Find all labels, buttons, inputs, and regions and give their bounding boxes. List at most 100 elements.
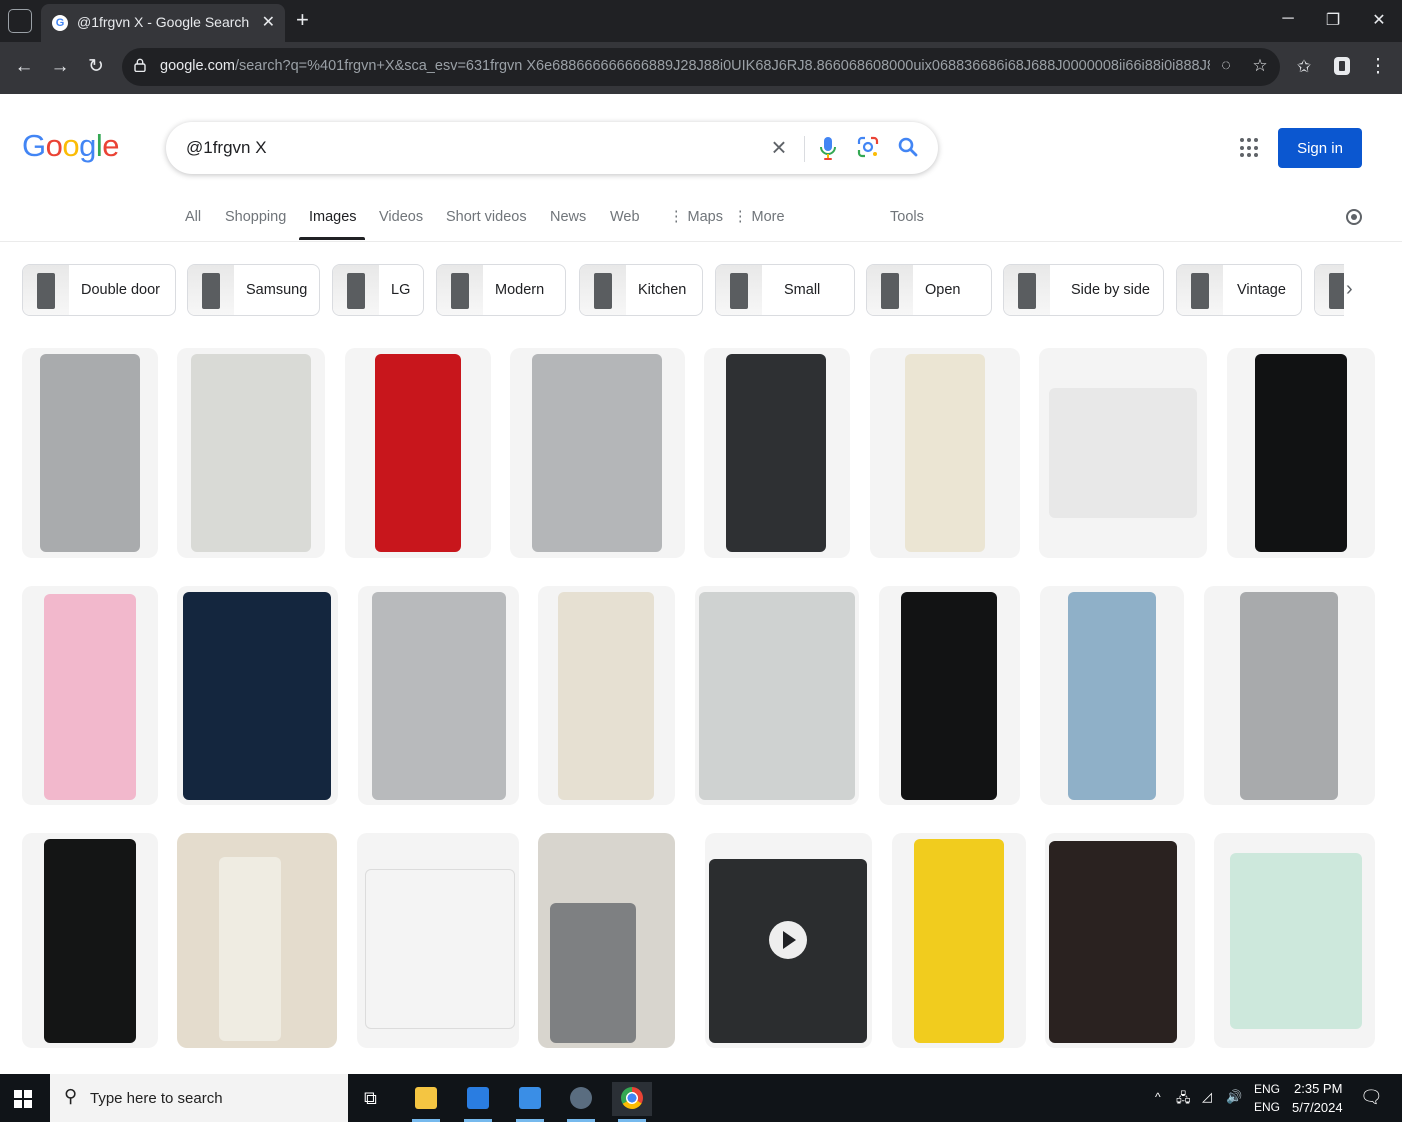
image-result[interactable] bbox=[879, 586, 1020, 805]
restore-icon[interactable]: ❐ bbox=[1323, 10, 1343, 30]
logo-letter: o bbox=[62, 128, 80, 163]
app-icon[interactable] bbox=[561, 1082, 601, 1122]
fridge-image bbox=[699, 592, 855, 800]
lens-omnibox-icon[interactable]: ◌ bbox=[1214, 55, 1238, 77]
image-result[interactable] bbox=[177, 348, 325, 558]
google-apps-icon[interactable] bbox=[1240, 138, 1260, 158]
taskbar-search-box[interactable]: ⚲ Type here to search bbox=[50, 1074, 348, 1122]
clear-search-icon[interactable]: × bbox=[766, 134, 792, 162]
language-indicator-secondary[interactable]: ENG bbox=[1254, 1100, 1280, 1114]
reload-icon[interactable]: ↻ bbox=[84, 56, 108, 78]
safesearch-settings-icon[interactable] bbox=[1346, 209, 1362, 225]
browser-tab[interactable]: G @1frgvn X - Google Search ✕ bbox=[41, 4, 285, 42]
image-result[interactable] bbox=[345, 348, 491, 558]
image-result[interactable] bbox=[892, 833, 1026, 1048]
back-icon[interactable]: ← bbox=[12, 56, 36, 78]
image-result[interactable] bbox=[705, 833, 872, 1048]
fridge-image bbox=[1049, 841, 1177, 1043]
image-result[interactable] bbox=[357, 833, 519, 1048]
clock-date[interactable]: 5/7/2024 bbox=[1292, 1100, 1343, 1115]
search-input[interactable] bbox=[186, 136, 746, 160]
image-result[interactable] bbox=[1045, 833, 1195, 1048]
tab-short-videos[interactable]: Short videos bbox=[446, 209, 527, 225]
windows-start-icon[interactable] bbox=[14, 1090, 32, 1108]
chip-double-door[interactable]: Double door bbox=[22, 264, 176, 316]
chip-kitchen[interactable]: Kitchen bbox=[579, 264, 703, 316]
chip-lg[interactable]: LG bbox=[332, 264, 424, 316]
wifi-icon[interactable]: ◿ bbox=[1202, 1089, 1212, 1105]
image-result[interactable] bbox=[1040, 586, 1184, 805]
sign-in-button[interactable]: Sign in bbox=[1278, 128, 1362, 168]
image-result[interactable] bbox=[177, 833, 337, 1048]
image-result[interactable] bbox=[22, 348, 158, 558]
profile-icon[interactable] bbox=[1330, 55, 1354, 83]
chevron-up-icon[interactable]: ^ bbox=[1155, 1090, 1161, 1104]
task-view-icon[interactable]: ⧉ bbox=[354, 1082, 394, 1116]
tab-more[interactable]: ⋮ More bbox=[733, 209, 785, 225]
chip-small[interactable]: Small bbox=[715, 264, 855, 316]
chevron-right-icon[interactable]: › bbox=[1346, 278, 1353, 301]
clock-time[interactable]: 2:35 PM bbox=[1294, 1081, 1342, 1096]
image-result[interactable] bbox=[177, 586, 338, 805]
close-window-icon[interactable]: ✕ bbox=[1369, 10, 1389, 30]
bookmark-star-icon[interactable]: ☆ bbox=[1248, 55, 1272, 77]
url-text: google.com/search?q=%401frgvn+X&sca_esv=… bbox=[160, 58, 1210, 74]
image-result[interactable] bbox=[1039, 348, 1207, 558]
chrome-icon[interactable] bbox=[612, 1082, 652, 1122]
new-tab-button[interactable]: + bbox=[296, 8, 309, 32]
image-result[interactable] bbox=[1204, 586, 1375, 805]
site-info-icon[interactable] bbox=[134, 58, 146, 72]
search-icon[interactable] bbox=[896, 135, 920, 159]
chip-thumbnail bbox=[23, 265, 69, 315]
image-result[interactable] bbox=[22, 833, 158, 1048]
image-result[interactable] bbox=[1227, 348, 1375, 558]
image-result[interactable] bbox=[695, 586, 859, 805]
image-result[interactable] bbox=[704, 348, 850, 558]
logo-letter: G bbox=[22, 128, 46, 163]
chip-vintage[interactable]: Vintage bbox=[1176, 264, 1302, 316]
language-indicator[interactable]: ENG bbox=[1254, 1082, 1280, 1096]
minimize-icon[interactable]: ─ bbox=[1278, 10, 1298, 28]
tab-videos[interactable]: Videos bbox=[379, 209, 423, 225]
chip-samsung[interactable]: Samsung bbox=[187, 264, 320, 316]
chip-thumbnail bbox=[867, 265, 913, 315]
volume-icon[interactable]: 🔊 bbox=[1226, 1089, 1242, 1105]
chip-open[interactable]: Open bbox=[866, 264, 992, 316]
tab-web[interactable]: Web bbox=[610, 209, 640, 225]
image-result[interactable] bbox=[538, 586, 675, 805]
image-result[interactable] bbox=[1214, 833, 1375, 1048]
forward-icon[interactable]: → bbox=[48, 56, 72, 78]
file-explorer-icon[interactable] bbox=[406, 1082, 446, 1122]
google-logo[interactable]: Google bbox=[22, 128, 120, 164]
network-icon[interactable]: 🖧 bbox=[1176, 1089, 1191, 1111]
tab-shopping[interactable]: Shopping bbox=[225, 209, 286, 225]
lens-search-icon[interactable] bbox=[856, 135, 880, 159]
mail-icon[interactable] bbox=[510, 1082, 550, 1122]
image-result[interactable] bbox=[358, 586, 519, 805]
favorites-icon[interactable]: ✩ bbox=[1292, 56, 1316, 78]
tab-maps[interactable]: ⋮ Maps bbox=[669, 209, 723, 225]
image-result[interactable] bbox=[538, 833, 675, 1048]
browser-menu-icon[interactable]: ⋮ bbox=[1366, 56, 1390, 78]
chip-side-by-side[interactable]: Side by side bbox=[1003, 264, 1164, 316]
tab-images[interactable]: Images bbox=[309, 209, 357, 225]
notifications-icon[interactable]: 🗨 bbox=[1360, 1087, 1383, 1108]
search-icon: ⚲ bbox=[64, 1086, 78, 1106]
voice-search-icon[interactable] bbox=[816, 134, 840, 162]
tab-maps-label: Maps bbox=[687, 209, 723, 225]
tab-search-icon[interactable] bbox=[8, 9, 32, 33]
tab-close-icon[interactable]: ✕ bbox=[262, 12, 275, 32]
chip-modern[interactable]: Modern bbox=[436, 264, 566, 316]
image-result[interactable] bbox=[510, 348, 685, 558]
tab-all[interactable]: All bbox=[185, 209, 201, 225]
chip-partial[interactable] bbox=[1314, 264, 1344, 316]
image-result[interactable] bbox=[870, 348, 1020, 558]
tools-button[interactable]: Tools bbox=[890, 209, 924, 225]
fridge-image bbox=[558, 592, 654, 800]
address-bar[interactable]: google.com/search?q=%401frgvn+X&sca_esv=… bbox=[122, 48, 1280, 86]
store-icon[interactable] bbox=[458, 1082, 498, 1122]
google-favicon-icon: G bbox=[52, 15, 68, 31]
tab-news[interactable]: News bbox=[550, 209, 586, 225]
play-video-icon[interactable] bbox=[769, 921, 807, 959]
image-result[interactable] bbox=[22, 586, 158, 805]
